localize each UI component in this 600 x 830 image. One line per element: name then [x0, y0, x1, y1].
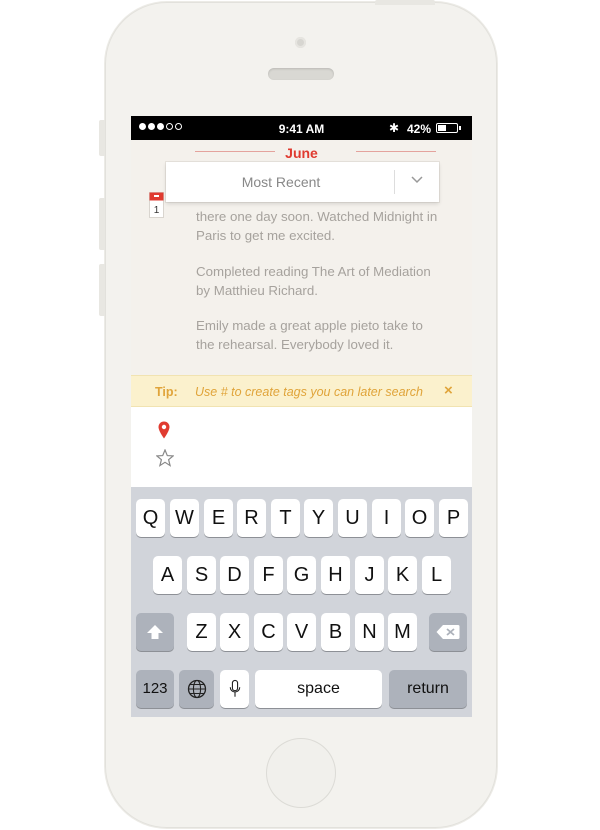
- bluetooth-icon: ✱: [389, 121, 400, 135]
- key-x[interactable]: X: [220, 613, 249, 651]
- space-key[interactable]: space: [255, 670, 382, 708]
- month-label: June: [285, 145, 318, 161]
- key-g[interactable]: G: [287, 556, 316, 594]
- entry-line: there one day soon. Watched Midnight in: [196, 209, 438, 224]
- location-pin-icon[interactable]: [158, 421, 170, 439]
- tip-text: Use # to create tags you can later searc…: [195, 385, 423, 399]
- front-camera: [295, 37, 306, 48]
- tip-label: Tip:: [155, 385, 178, 399]
- volume-down-button: [99, 264, 105, 316]
- home-button[interactable]: [266, 738, 336, 808]
- volume-up-button: [99, 198, 105, 250]
- key-i[interactable]: I: [372, 499, 401, 537]
- key-u[interactable]: U: [338, 499, 367, 537]
- entry-text[interactable]: there one day soon. Watched Midnight in …: [196, 207, 446, 245]
- key-q[interactable]: Q: [136, 499, 165, 537]
- key-a[interactable]: A: [153, 556, 182, 594]
- shift-icon: [147, 625, 163, 639]
- key-c[interactable]: C: [254, 613, 283, 651]
- entry-text[interactable]: Completed reading The Art of Mediation b…: [196, 262, 446, 300]
- dictation-key[interactable]: [220, 670, 249, 708]
- key-v[interactable]: V: [287, 613, 316, 651]
- tip-banner: Tip: Use # to create tags you can later …: [131, 375, 472, 407]
- key-e[interactable]: E: [204, 499, 233, 537]
- key-o[interactable]: O: [405, 499, 434, 537]
- sort-dropdown-label: Most Recent: [241, 174, 321, 190]
- key-d[interactable]: D: [220, 556, 249, 594]
- earpiece-speaker: [268, 68, 334, 80]
- month-divider-right: [356, 151, 436, 152]
- key-y[interactable]: Y: [304, 499, 333, 537]
- key-s[interactable]: S: [187, 556, 216, 594]
- entry-line: Paris to get me excited.: [196, 228, 335, 243]
- sort-dropdown[interactable]: Most Recent: [166, 162, 439, 202]
- numbers-key[interactable]: 123: [136, 670, 174, 708]
- entry-line: Emily made a great apple pieto take to: [196, 318, 423, 333]
- power-button: [375, 0, 435, 5]
- app-screen: 9:41 AM ✱ 42% June there one day soon. W…: [131, 116, 472, 717]
- key-w[interactable]: W: [170, 499, 199, 537]
- key-t[interactable]: T: [271, 499, 300, 537]
- entry-line: the rehearsal. Everybody loved it.: [196, 337, 394, 352]
- shift-key[interactable]: [136, 613, 174, 651]
- status-bar: 9:41 AM ✱ 42%: [131, 116, 472, 140]
- entry-line: by Matthieu Richard.: [196, 283, 318, 298]
- battery-icon: [436, 123, 461, 133]
- globe-icon: [187, 679, 206, 699]
- key-f[interactable]: F: [254, 556, 283, 594]
- chevron-down-icon[interactable]: [410, 172, 424, 186]
- key-l[interactable]: L: [422, 556, 451, 594]
- key-z[interactable]: Z: [187, 613, 216, 651]
- dropdown-separator: [394, 170, 395, 194]
- key-r[interactable]: R: [237, 499, 266, 537]
- entry-line: Completed reading The Art of Mediation: [196, 264, 431, 279]
- key-j[interactable]: J: [355, 556, 384, 594]
- compose-area[interactable]: [131, 407, 472, 487]
- globe-key[interactable]: [179, 670, 214, 708]
- calendar-day: 1: [154, 205, 160, 216]
- mute-switch: [99, 120, 105, 156]
- microphone-icon: [229, 679, 240, 697]
- battery-percentage: 42%: [407, 122, 432, 136]
- backspace-icon: [436, 625, 460, 639]
- star-icon[interactable]: [156, 449, 174, 467]
- key-p[interactable]: P: [439, 499, 468, 537]
- tip-close-button[interactable]: ×: [444, 382, 453, 399]
- month-header: June: [131, 140, 472, 164]
- backspace-key[interactable]: [429, 613, 467, 651]
- key-b[interactable]: B: [321, 613, 350, 651]
- calendar-icon: 1: [149, 192, 164, 218]
- key-n[interactable]: N: [355, 613, 384, 651]
- key-m[interactable]: M: [388, 613, 417, 651]
- key-h[interactable]: H: [321, 556, 350, 594]
- entry-text[interactable]: Emily made a great apple pieto take to t…: [196, 316, 446, 354]
- key-k[interactable]: K: [388, 556, 417, 594]
- keyboard: Q W E R T Y U I O P A S D F G H J K L Z …: [131, 487, 472, 717]
- return-key[interactable]: return: [389, 670, 467, 708]
